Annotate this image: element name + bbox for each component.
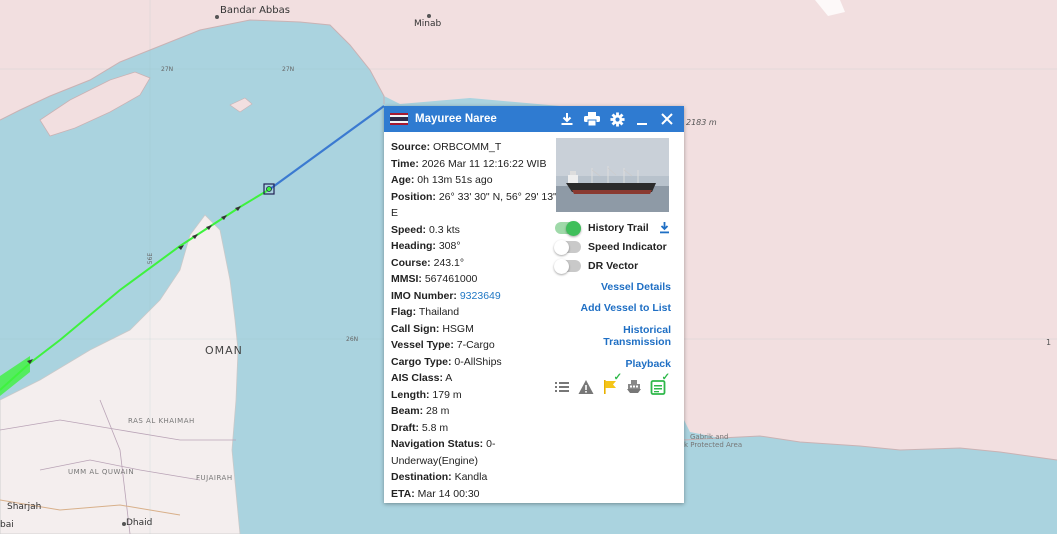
playback-link[interactable]: Playback bbox=[555, 358, 678, 370]
detail-speed: Speed: 0.3 kts bbox=[391, 223, 460, 236]
speed-indicator-toggle[interactable] bbox=[554, 239, 581, 255]
detail-beam: Beam: 28 m bbox=[391, 405, 450, 417]
history-trail-download-icon[interactable] bbox=[659, 222, 670, 234]
map-label-ras-al-khaimah: RAS AL KHAIMAH bbox=[128, 417, 195, 425]
map-label-dhaid: Dhaid bbox=[126, 518, 153, 528]
popup-icon-bar: ✓ ✓ bbox=[554, 372, 678, 395]
dr-vector-toggle-row[interactable]: DR Vector bbox=[554, 257, 678, 275]
imo-number-link[interactable]: 9323649 bbox=[460, 290, 501, 302]
detail-course: Course: 243.1° bbox=[391, 256, 465, 269]
download-icon[interactable] bbox=[559, 111, 575, 127]
notes-icon[interactable]: ✓ bbox=[650, 372, 670, 395]
history-trail-toggle-row[interactable]: History Trail bbox=[555, 219, 678, 237]
notes-check-icon: ✓ bbox=[661, 372, 670, 383]
map-label-fujairah: FUJAIRAH bbox=[196, 474, 233, 482]
speed-indicator-toggle-row[interactable]: Speed Indicator bbox=[554, 238, 678, 256]
popup-header[interactable]: Mayuree Naree bbox=[384, 106, 684, 132]
historical-transmission-link[interactable]: Historical Transmission bbox=[555, 324, 678, 348]
map-label-lat-27n: 27N bbox=[282, 66, 295, 73]
add-vessel-to-list-link[interactable]: Add Vessel to List bbox=[555, 302, 678, 314]
detail-draft: Draft: 5.8 m bbox=[391, 421, 449, 434]
detail-heading: Heading: 308° bbox=[391, 240, 461, 252]
vessel-name-title: Mayuree Naree bbox=[415, 113, 497, 125]
detail-imo: IMO Number: 9323649 bbox=[391, 289, 501, 302]
detail-length: Length: 179 m bbox=[391, 388, 462, 401]
detail-age: Age: 0h 13m 51s ago bbox=[391, 174, 493, 186]
map-label-depth: 2183 m bbox=[686, 118, 717, 127]
ship-icon[interactable] bbox=[626, 379, 642, 395]
vessel-details-list: Source: ORBCOMM_T Time: 2026 Mar 11 12:1… bbox=[391, 139, 557, 502]
detail-time: Time: 2026 Mar 11 12:16:22 WIB bbox=[391, 157, 547, 170]
detail-ais-class: AIS Class: A bbox=[391, 372, 453, 384]
detail-vessel-type: Vessel Type: 7-Cargo bbox=[391, 339, 495, 351]
warning-icon[interactable] bbox=[578, 379, 594, 395]
map-label-oman: OMAN bbox=[205, 344, 243, 357]
map-label-edge-number: 1 bbox=[1046, 338, 1052, 347]
flag-icon[interactable]: ✓ bbox=[602, 372, 622, 395]
list-icon[interactable] bbox=[554, 379, 570, 395]
map-label-lat-26n: 26N bbox=[346, 336, 359, 343]
map-label-lat-27n: 27N bbox=[161, 66, 174, 73]
detail-destination: Destination: Kandla bbox=[391, 471, 488, 483]
speed-indicator-label: Speed Indicator bbox=[588, 241, 667, 253]
map-label-dubai: bai bbox=[0, 520, 14, 530]
detail-flag: Flag: Thailand bbox=[391, 306, 460, 318]
gear-icon[interactable] bbox=[609, 111, 625, 127]
thailand-flag-icon bbox=[390, 113, 408, 125]
vessel-photo[interactable] bbox=[556, 138, 669, 212]
print-icon[interactable] bbox=[584, 111, 600, 127]
map-label-lon-56e: 56E bbox=[147, 252, 155, 265]
close-icon[interactable] bbox=[659, 111, 675, 127]
detail-position: Position: 26° 33' 30" N, 56° 29' 13" E bbox=[391, 190, 557, 220]
history-trail-label: History Trail bbox=[588, 222, 649, 234]
map-label-protected-area: k Protected Area bbox=[684, 441, 743, 449]
dr-vector-toggle[interactable] bbox=[554, 258, 581, 274]
map-label-sharjah: Sharjah bbox=[7, 502, 42, 512]
map-label-umm-al-quwain: UMM AL QUWAIN bbox=[68, 468, 135, 476]
vessel-popup: Mayuree Naree Source: ORBCOMM_T Time: 20… bbox=[384, 106, 684, 503]
detail-navigation-status: Navigation Status: 0-Underway(Engine) bbox=[391, 438, 496, 467]
map-label-minab: Minab bbox=[414, 19, 442, 29]
detail-source: Source: ORBCOMM_T bbox=[391, 141, 502, 153]
flag-check-icon: ✓ bbox=[613, 372, 622, 383]
popup-actions-panel: History Trail Speed Indicator DR Vector … bbox=[554, 138, 678, 395]
detail-mmsi: MMSI: 567461000 bbox=[391, 273, 478, 285]
detail-eta: ETA: Mar 14 00:30 bbox=[391, 487, 480, 500]
detail-call-sign: Call Sign: HSGM bbox=[391, 322, 474, 335]
dr-vector-label: DR Vector bbox=[588, 260, 639, 272]
map-label-bandar-abbas: Bandar Abbas bbox=[220, 5, 290, 16]
vessel-details-link[interactable]: Vessel Details bbox=[555, 281, 678, 293]
history-trail-toggle[interactable] bbox=[555, 220, 581, 236]
minimize-icon[interactable] bbox=[634, 111, 650, 127]
map-label-gabrik: Gabrik and bbox=[690, 433, 729, 441]
detail-cargo-type: Cargo Type: 0-AllShips bbox=[391, 355, 502, 368]
